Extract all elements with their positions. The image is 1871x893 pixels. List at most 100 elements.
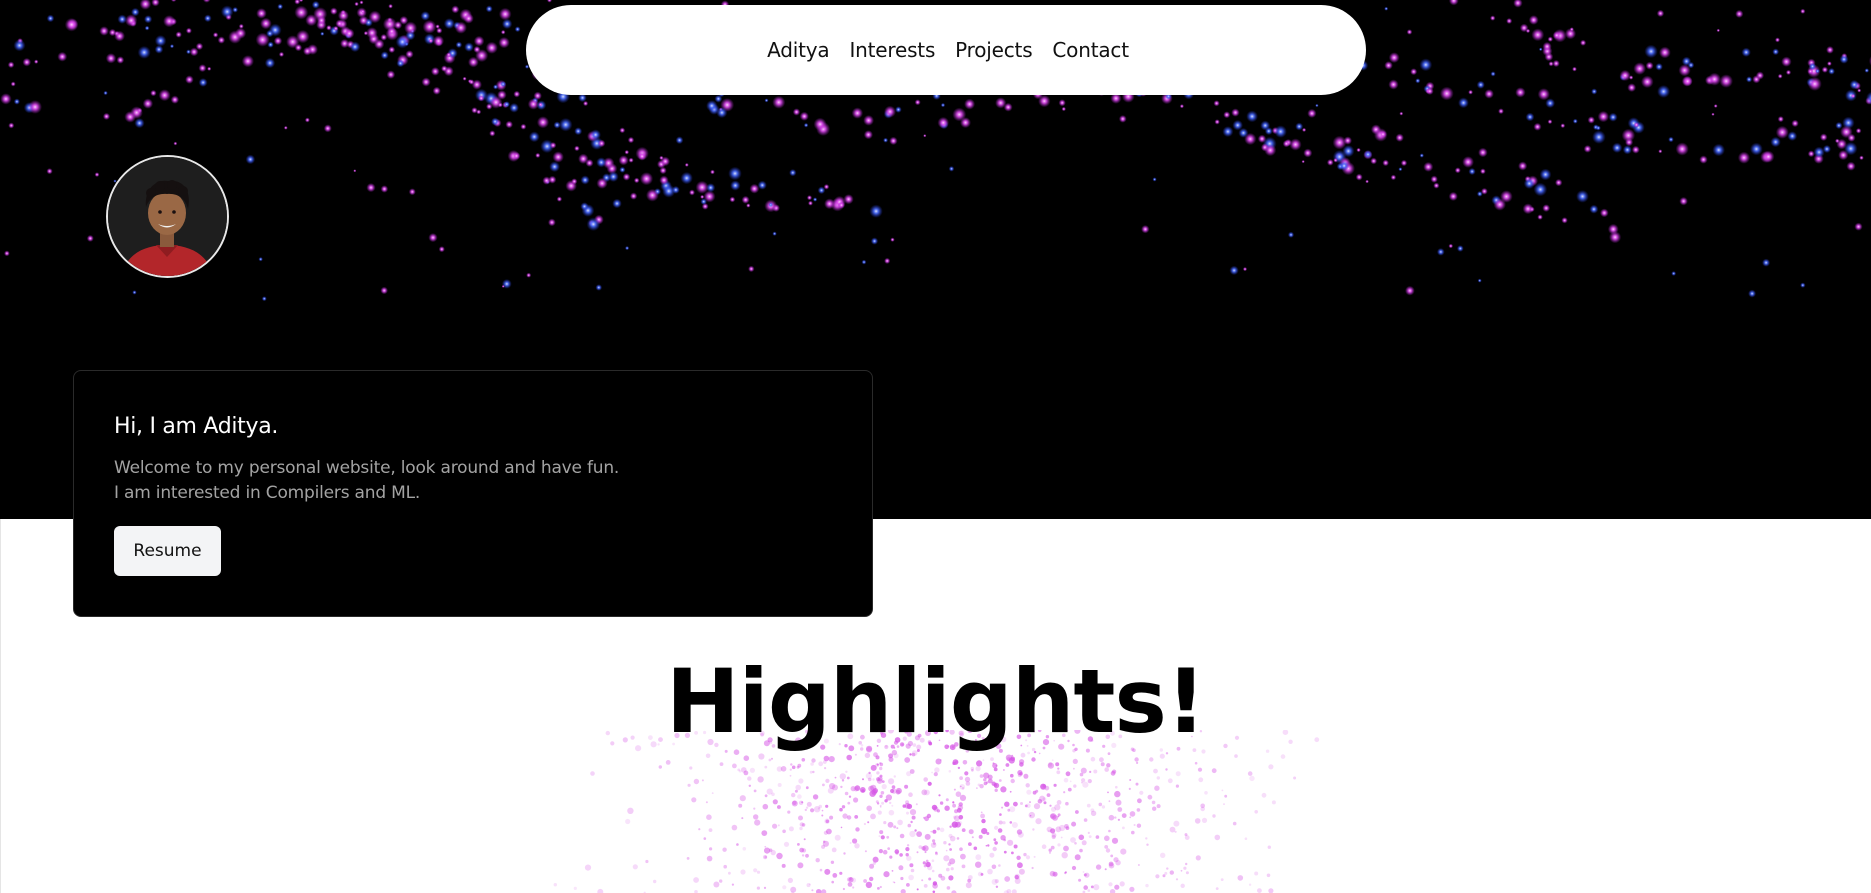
highlight-dot <box>1028 811 1036 819</box>
particle-dot <box>454 21 467 34</box>
highlight-dot <box>1003 769 1005 771</box>
particle-dot <box>396 59 405 68</box>
particle-dot <box>590 129 601 141</box>
particle-dot <box>478 95 485 102</box>
particle-dot <box>548 218 556 227</box>
nav-link-home[interactable]: Aditya <box>767 38 830 62</box>
particle-dot <box>436 27 443 34</box>
particle-dot <box>1513 0 1523 8</box>
resume-button[interactable]: Resume <box>114 526 221 576</box>
highlight-dot <box>889 801 892 805</box>
particle-dot <box>446 52 452 58</box>
highlight-dot <box>738 770 742 773</box>
particle-dot <box>405 50 414 59</box>
particle-dot <box>1821 66 1829 73</box>
particle-dot <box>528 131 540 143</box>
particle-dot <box>1781 56 1792 67</box>
particle-dot <box>1213 100 1220 107</box>
highlight-dot <box>713 881 720 888</box>
highlight-dot <box>764 845 767 848</box>
highlight-dot <box>748 784 751 787</box>
highlight-dot <box>1056 770 1061 775</box>
highlight-dot <box>1129 816 1132 819</box>
highlight-dot <box>743 755 750 761</box>
highlight-dot <box>880 791 885 795</box>
nav-link-contact[interactable]: Contact <box>1052 38 1129 62</box>
nav-link-interests[interactable]: Interests <box>849 38 935 62</box>
particle-dot <box>1356 147 1361 153</box>
highlight-dot <box>1104 868 1107 871</box>
particle-dot <box>1755 71 1765 80</box>
particle-dot <box>1609 231 1622 244</box>
highlight-dot <box>1104 835 1110 842</box>
highlight-dot <box>841 805 846 809</box>
particle-dot <box>1315 103 1319 108</box>
highlight-dot <box>1221 789 1224 792</box>
particle-dot <box>764 98 769 103</box>
highlight-dot <box>788 826 794 832</box>
particle-dot <box>675 136 684 145</box>
highlight-dot <box>866 805 872 812</box>
highlight-dot <box>1065 801 1069 806</box>
highlight-dot <box>1029 801 1031 804</box>
highlight-dot <box>980 813 985 819</box>
nav-link-projects[interactable]: Projects <box>955 38 1032 62</box>
highlight-dot <box>842 887 846 891</box>
highlight-dot <box>880 835 885 840</box>
highlight-dot <box>1146 843 1149 846</box>
particle-dot <box>316 15 327 26</box>
particle-dot <box>1671 271 1677 276</box>
highlight-dot <box>877 810 882 815</box>
highlight-dot <box>763 886 767 889</box>
highlight-dot <box>798 778 804 784</box>
particle-dot <box>1631 145 1640 154</box>
particle-dot <box>273 36 283 46</box>
highlight-dot <box>1153 768 1158 774</box>
highlight-dot <box>1007 839 1014 846</box>
highlight-dot <box>879 766 883 771</box>
highlight-dot <box>797 794 802 799</box>
highlight-dot <box>865 772 873 779</box>
particle-dot <box>380 51 389 60</box>
highlight-dot <box>869 876 874 882</box>
highlight-dot <box>791 765 796 770</box>
particle-dot <box>1468 167 1476 176</box>
highlight-dot <box>1254 871 1259 876</box>
particle-dot <box>1260 120 1271 131</box>
particle-dot <box>863 130 874 140</box>
particle-dot <box>513 90 521 98</box>
highlight-dot <box>1101 805 1106 809</box>
particle-dot <box>526 272 532 278</box>
highlight-dot <box>1075 810 1079 814</box>
highlight-dot <box>828 756 835 763</box>
highlight-dot <box>879 774 883 778</box>
particle-dot <box>368 10 382 24</box>
highlight-dot <box>821 814 824 817</box>
highlight-dot <box>1004 801 1010 807</box>
particle-dot <box>1678 64 1691 77</box>
particle-dot <box>1282 140 1291 148</box>
particle-dot <box>1835 121 1843 130</box>
highlight-dot <box>839 807 843 812</box>
highlight-dot <box>876 802 880 805</box>
highlight-dot <box>848 877 854 883</box>
particle-dot <box>1859 155 1864 161</box>
particle-dot <box>659 155 664 161</box>
particle-dot <box>1395 133 1404 142</box>
particle-dot <box>1657 85 1671 98</box>
highlight-dot <box>932 839 936 843</box>
particle-dot <box>837 201 846 209</box>
particle-dot <box>212 32 219 38</box>
particle-dot <box>1058 99 1066 107</box>
particle-dot <box>432 86 441 95</box>
particle-dot <box>1791 119 1799 128</box>
particle-dot <box>1415 78 1421 84</box>
highlight-dot <box>584 864 592 871</box>
particle-dot <box>1537 88 1550 101</box>
particle-dot <box>360 9 365 14</box>
particle-dot <box>408 188 416 196</box>
particle-dot <box>1525 28 1531 34</box>
particle-dot <box>863 115 874 126</box>
particle-dot <box>1522 203 1534 215</box>
particle-dot <box>103 90 108 96</box>
